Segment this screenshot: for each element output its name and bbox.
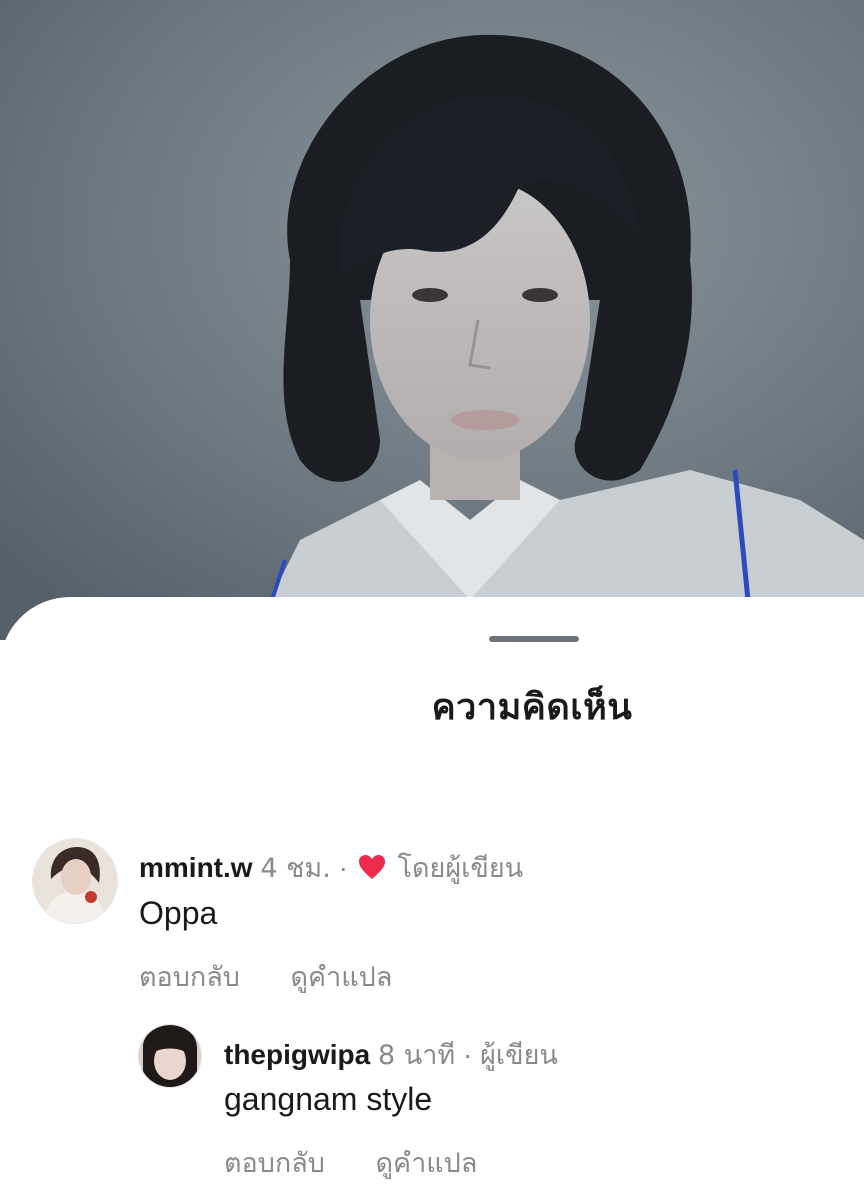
heart-icon	[358, 854, 386, 887]
sheet-drag-handle[interactable]	[489, 636, 579, 642]
comment-meta: mmint.w 4 ชม. · โดยผู้เขียน	[139, 846, 523, 889]
avatar[interactable]	[138, 1024, 202, 1088]
comment-actions: ตอบกลับ ดูคำแปล	[139, 955, 392, 998]
reply-button[interactable]: ตอบกลับ	[139, 955, 240, 998]
comment-username[interactable]: thepigwipa	[224, 1039, 370, 1070]
comment-text: Oppa	[139, 895, 218, 931]
sheet-title: ความคิดเห็น	[431, 687, 633, 728]
author-label: ผู้เขียน	[480, 1040, 558, 1071]
comment-actions: ตอบกลับ ดูคำแปล	[224, 1141, 477, 1184]
comment-time: 4 ชม.	[260, 853, 331, 884]
comment-meta: thepigwipa 8 นาที · ผู้เขียน	[224, 1033, 558, 1076]
post-photo	[0, 0, 864, 640]
avatar[interactable]	[32, 838, 118, 924]
meta-separator: ·	[338, 852, 348, 883]
see-translation-button[interactable]: ดูคำแปล	[376, 1141, 478, 1184]
reply-button[interactable]: ตอบกลับ	[224, 1141, 325, 1184]
comment-username[interactable]: mmint.w	[139, 852, 253, 883]
see-translation-button[interactable]: ดูคำแปล	[291, 955, 393, 998]
meta-separator: ·	[462, 1039, 473, 1070]
comment-time: 8 นาที	[378, 1040, 456, 1071]
comment-text: gangnam style	[224, 1081, 433, 1117]
liked-by-author-label: โดยผู้เขียน	[397, 853, 524, 884]
